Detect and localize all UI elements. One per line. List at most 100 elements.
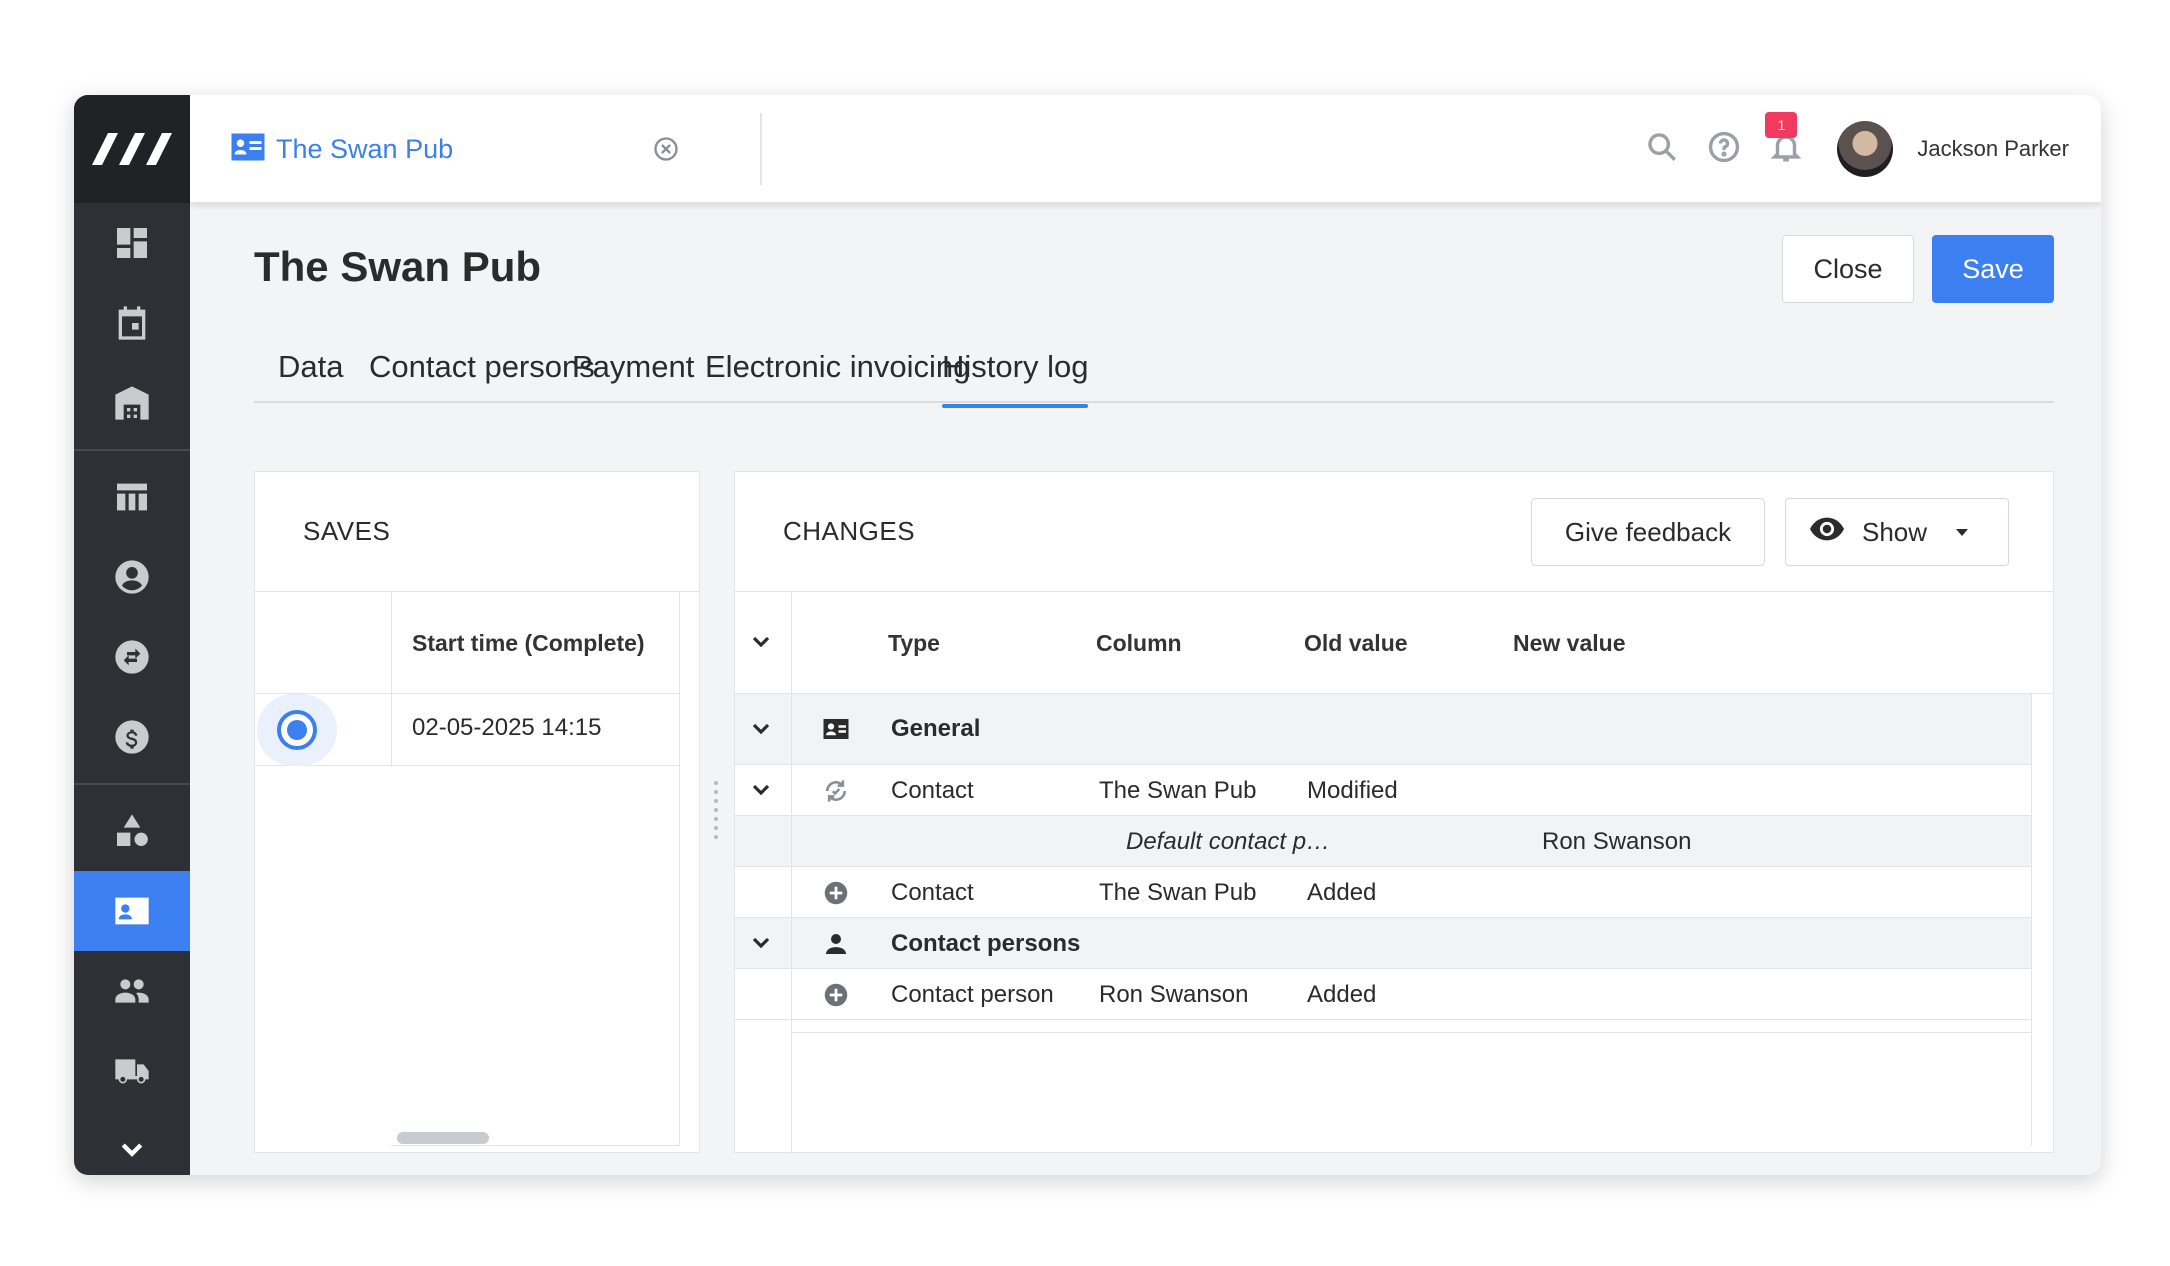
close-tab-icon[interactable]: [652, 135, 680, 168]
sidebar-item-finance[interactable]: [74, 697, 190, 777]
table-row[interactable]: Contact person Ron Swanson Added: [735, 969, 2031, 1020]
changes-gutter-divider: [791, 592, 792, 1154]
saves-right-border: [679, 592, 680, 1146]
table-row[interactable]: Contact The Swan Pub Modified: [735, 765, 2031, 816]
horizontal-scrollbar[interactable]: [397, 1132, 489, 1144]
sidebar-more-button[interactable]: [74, 1135, 190, 1165]
start-time-column-header[interactable]: Start time (Complete): [412, 630, 645, 657]
tab-contact-persons[interactable]: Contact persons: [369, 349, 595, 385]
give-feedback-button[interactable]: Give feedback: [1531, 498, 1765, 566]
chevron-down-icon[interactable]: [749, 717, 773, 746]
add-circle-icon: [821, 980, 851, 1015]
table-icon: [117, 483, 147, 511]
help-icon[interactable]: [1707, 130, 1741, 169]
sidebar-item-warehouse[interactable]: [74, 363, 190, 443]
show-dropdown-button[interactable]: Show: [1785, 498, 2009, 566]
column-cell: The Swan Pub: [1099, 777, 1257, 804]
old-value-column-header[interactable]: Old value: [1304, 630, 1408, 657]
sidebar-item-dashboard[interactable]: [74, 203, 190, 283]
contact-card-icon: [230, 132, 266, 167]
changes-bottom-border: [791, 1032, 2031, 1033]
saves-bottom-border: [391, 1145, 679, 1146]
truck-icon: [115, 1059, 149, 1084]
dashboard-icon: [117, 228, 147, 258]
group-label: Contact persons: [891, 930, 1081, 957]
sidebar-item-account[interactable]: [74, 537, 190, 617]
search-icon[interactable]: [1645, 130, 1679, 169]
user-name[interactable]: Jackson Parker: [1917, 136, 2069, 162]
people-icon: [115, 979, 149, 1003]
type-cell: Contact: [891, 777, 974, 804]
tab-divider: [760, 113, 762, 185]
save-button[interactable]: Save: [1932, 235, 2054, 303]
new-value-cell: Ron Swanson: [1542, 828, 1692, 855]
saves-grid-header: Start time (Complete): [255, 592, 680, 694]
logo-icon: [92, 133, 172, 165]
contact-card-icon: [115, 897, 149, 925]
saves-panel: SAVES Start time (Complete) 02-05-2025 1…: [254, 471, 700, 1153]
column-column-header[interactable]: Column: [1096, 630, 1182, 657]
chevron-down-icon[interactable]: [749, 931, 773, 960]
row-select-radio[interactable]: [257, 694, 337, 766]
account-circle-icon: [115, 560, 149, 594]
type-cell: Contact person: [891, 981, 1054, 1008]
tab-payment[interactable]: Payment: [572, 349, 694, 385]
sidebar-item-contacts[interactable]: [74, 871, 190, 951]
chevron-down-icon[interactable]: [749, 778, 773, 807]
tab-history-log[interactable]: History log: [942, 349, 1089, 408]
column-cell: Default contact p…: [1126, 828, 1331, 855]
old-value-cell: Added: [1307, 981, 1377, 1008]
add-circle-icon: [821, 878, 851, 913]
sidebar-item-people[interactable]: [74, 951, 190, 1031]
group-row-contact-persons[interactable]: Contact persons: [735, 918, 2031, 969]
changes-panel: CHANGES Give feedback Show Type Column O…: [734, 471, 2054, 1154]
sidebar-item-delivery[interactable]: [74, 1031, 190, 1111]
refresh-icon: [821, 776, 851, 811]
type-cell: Contact: [891, 879, 974, 906]
app-logo[interactable]: [74, 95, 190, 203]
sidebar-divider: [74, 449, 190, 451]
dollar-circle-icon: [115, 720, 149, 754]
table-row[interactable]: Contact The Swan Pub Added: [735, 867, 2031, 918]
notification-badge: 1: [1765, 111, 1798, 138]
avatar[interactable]: [1837, 121, 1894, 177]
page-title: The Swan Pub: [254, 243, 542, 290]
column-cell: Ron Swanson: [1099, 981, 1249, 1008]
changes-right-border: [2031, 694, 2032, 1146]
show-label: Show: [1862, 516, 1928, 547]
tab-electronic-invoicing[interactable]: Electronic invoicing: [705, 349, 970, 385]
sidebar-item-transfers[interactable]: [74, 617, 190, 697]
record-tabs: Data Contact persons Payment Electronic …: [254, 335, 2054, 408]
panel-splitter-handle[interactable]: [714, 781, 728, 843]
sidebar-divider: [74, 783, 190, 785]
open-document-tab[interactable]: The Swan Pub: [230, 95, 680, 203]
chevron-down-icon: [121, 1143, 143, 1157]
collapse-all-chevron-icon[interactable]: [749, 630, 773, 659]
start-time-cell: 02-05-2025 14:15: [412, 714, 602, 741]
sidebar-item-table[interactable]: [74, 457, 190, 537]
new-value-column-header[interactable]: New value: [1513, 630, 1626, 657]
sidebar-item-categories[interactable]: [74, 791, 190, 871]
notifications-icon[interactable]: 1: [1765, 111, 1803, 169]
swap-circle-icon: [115, 640, 149, 674]
old-value-cell: Modified: [1307, 777, 1398, 804]
top-right-controls: 1 Jackson Parker: [1617, 95, 2069, 203]
person-icon: [821, 929, 851, 964]
old-value-cell: Added: [1307, 879, 1377, 906]
detail-row[interactable]: Default contact p… Ron Swanson: [735, 816, 2031, 867]
table-row[interactable]: 02-05-2025 14:15: [255, 694, 680, 766]
calendar-icon: [118, 306, 146, 340]
sidebar-item-calendar[interactable]: [74, 283, 190, 363]
group-row-general[interactable]: General: [735, 694, 2031, 765]
close-button[interactable]: Close: [1782, 235, 1914, 303]
warehouse-icon: [115, 386, 149, 420]
eye-icon: [1810, 517, 1844, 548]
tab-data[interactable]: Data: [278, 349, 343, 385]
group-label: General: [891, 715, 981, 742]
changes-grid-header: Type Column Old value New value: [735, 592, 2053, 694]
caret-down-icon: [1956, 529, 1968, 536]
shapes-icon: [117, 814, 148, 846]
top-bar: The Swan Pub 1 Jackson Parker: [190, 95, 2101, 203]
column-cell: The Swan Pub: [1099, 879, 1257, 906]
type-column-header[interactable]: Type: [888, 630, 940, 657]
